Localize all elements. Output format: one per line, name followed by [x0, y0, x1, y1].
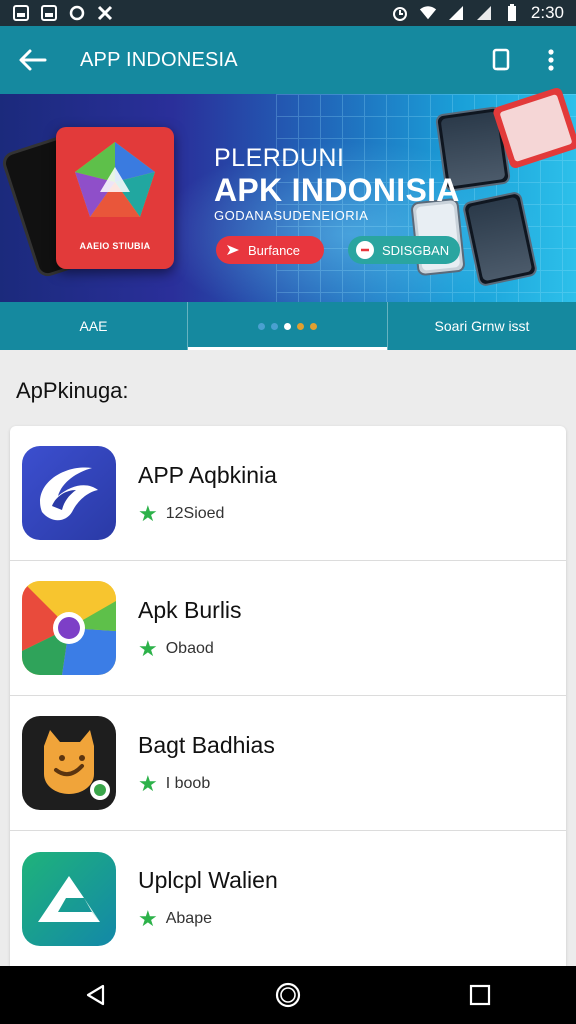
tab-label: Soari Grnw isst [434, 318, 530, 334]
banner-app-card: AAEIO STIUBIA [56, 127, 174, 269]
star-icon: ★ [138, 906, 158, 931]
banner-primary-label: Burfance [248, 242, 301, 258]
page-dot[interactable] [258, 322, 265, 330]
list-item[interactable]: Apk Burlis ★ Obaod [10, 561, 566, 696]
alarm-icon [391, 5, 409, 21]
nav-back-button[interactable] [66, 966, 126, 1024]
page-dots [258, 322, 317, 330]
tab-aae[interactable]: AAE [0, 302, 188, 350]
app-name: APP Aqbkinia [138, 461, 277, 488]
gallery-icon [40, 5, 58, 21]
system-nav-bar [0, 966, 576, 1024]
app-rating: ★ Abape [138, 908, 278, 930]
back-button[interactable] [0, 26, 64, 94]
tab-right[interactable]: Soari Grnw isst [388, 302, 576, 350]
signal-icon [475, 5, 493, 21]
recents-icon [469, 984, 491, 1006]
banner-subtitle: PLERDUNI [214, 144, 345, 172]
signal-icon [447, 5, 465, 21]
nav-recents-button[interactable] [450, 966, 510, 1024]
app-rating: ★ I boob [138, 770, 275, 796]
section-title: ApPkinuga: [16, 378, 129, 403]
bookmark-icon [492, 48, 510, 71]
chrome-like-app-icon [22, 581, 116, 675]
tab-label: AAE [79, 318, 108, 334]
bug-icon [96, 5, 114, 21]
battery-icon [503, 4, 521, 21]
app-rating: ★ 12Sioed [138, 500, 277, 526]
star-icon: ★ [138, 635, 158, 661]
app-meta: I boob [165, 774, 211, 792]
chat-icon [356, 241, 374, 259]
page-dot[interactable] [310, 322, 317, 330]
arrow-left-icon [19, 49, 47, 71]
notification-icon [68, 5, 86, 21]
swirl-app-icon [22, 446, 116, 540]
nav-home-button[interactable] [258, 966, 318, 1024]
app-name: Apk Burlis [138, 596, 242, 623]
back-icon [86, 984, 105, 1006]
app-rating: ★ Obaod [138, 635, 242, 661]
list-item[interactable]: Uplcpl Walien ★ Abape [10, 831, 566, 966]
app-bar: APP INDONESIA [0, 26, 576, 94]
banner-secondary-label: SDISGBAN [382, 242, 450, 258]
banner-card-label: AAEIO STIUBIA [79, 241, 151, 251]
app-meta: Abape [165, 910, 212, 927]
banner-tagline: GODANASUDENEIORIA [214, 208, 369, 223]
page-dot[interactable] [284, 322, 291, 330]
star-icon: ★ [138, 770, 158, 796]
app-meta: 12Sioed [165, 504, 225, 522]
home-icon [275, 982, 301, 1008]
status-right-icons: 2:30 [391, 3, 564, 23]
page-dot[interactable] [297, 322, 304, 330]
colorful-logo-icon [75, 142, 155, 217]
wifi-icon [419, 5, 437, 21]
list-item[interactable]: APP Aqbkinia ★ 12Sioed [10, 426, 566, 561]
cat-app-icon [22, 716, 116, 810]
banner-primary-button[interactable]: Burfance [216, 236, 324, 264]
status-left-icons [12, 5, 114, 21]
bookmark-button[interactable] [476, 26, 526, 94]
banner-title: APK INDONISIA [214, 172, 460, 208]
status-bar: 2:30 [0, 0, 576, 26]
more-options-button[interactable] [526, 26, 576, 94]
app-list: APP Aqbkinia ★ 12Sioed Apk Burlis ★ Obao… [10, 426, 566, 966]
status-time: 2:30 [530, 3, 564, 22]
app-name: Bagt Badhias [138, 731, 275, 758]
star-icon: ★ [138, 500, 158, 526]
page-dot[interactable] [271, 322, 278, 330]
more-vert-icon [548, 49, 554, 71]
play-icon [227, 245, 239, 255]
banner-secondary-button[interactable]: SDISGBAN [348, 236, 460, 264]
app-name: Uplcpl Walien [138, 867, 278, 893]
page-title: APP INDONESIA [80, 48, 238, 71]
app-meta: Obaod [165, 639, 214, 657]
arrow-app-icon [22, 851, 116, 946]
tab-carousel-indicator[interactable] [188, 302, 388, 350]
gallery-icon [12, 5, 30, 21]
tab-bar: AAE Soari Grnw isst [0, 302, 576, 350]
list-item[interactable]: Bagt Badhias ★ I boob [10, 696, 566, 831]
